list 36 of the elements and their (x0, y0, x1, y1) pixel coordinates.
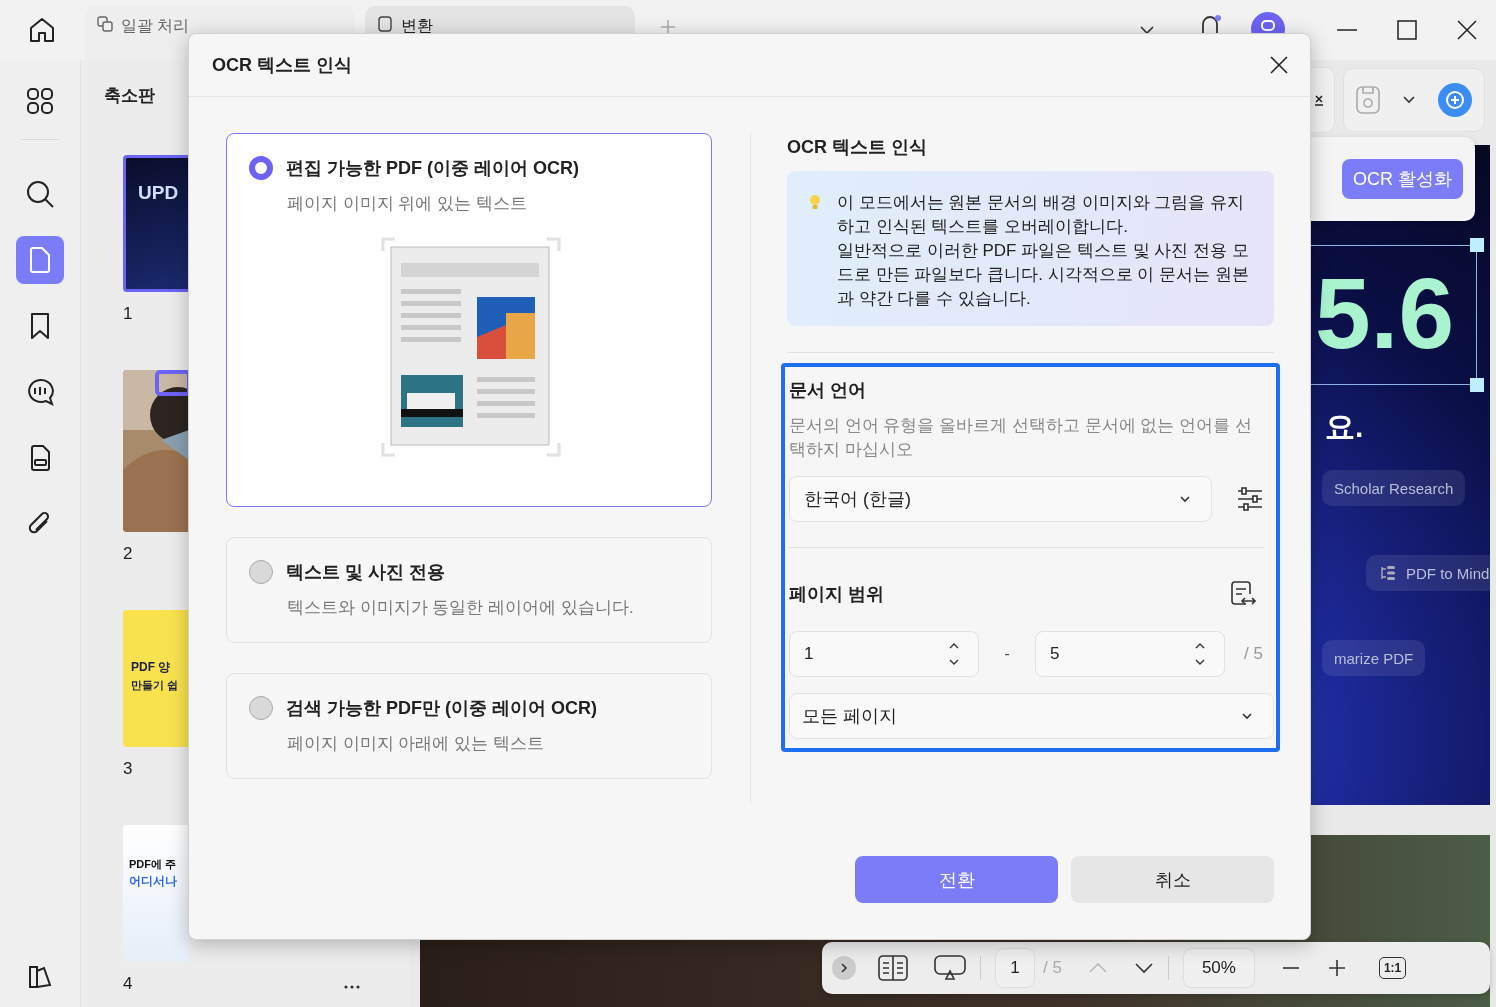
field-value: 5 (1050, 644, 1060, 664)
option-description: 페이지 이미지 위에 있는 텍스트 (287, 193, 528, 215)
thumbnail-text: 어디서나 (129, 873, 177, 890)
field-value: 1 (804, 644, 814, 664)
dropdown-value: 한국어 (한글) (804, 488, 911, 511)
chip-label: marize PDF (1334, 649, 1414, 667)
info-text: 이 모드에서는 원본 문서의 배경 이미지와 그림을 유지하고 인식된 텍스트를 오버레이합니다. (837, 192, 1246, 238)
field-description: 문서의 언어 유형을 올바르게 선택하고 문서에 없는 언어를 선택하지 마십시오 (789, 415, 1253, 461)
page-total: / 5 (1043, 958, 1062, 978)
page-number: 2 (123, 544, 133, 564)
chip-label: PDF to Mind (1406, 564, 1490, 582)
page-headline: 5.6 (1315, 263, 1454, 363)
thumbnail-text: PDF 양 (131, 659, 171, 676)
dropdown-value: 모든 페이지 (802, 705, 897, 728)
tab-label: 변환 (401, 16, 433, 36)
chip-label: Scholar Research (1334, 479, 1454, 497)
option-title: 편집 가능한 PDF (이중 레이어 OCR) (286, 157, 579, 180)
page-number: 4 (123, 974, 133, 994)
thumbnail-text: 만들기 쉽 (131, 678, 179, 693)
thumbnail-text: UPD (138, 182, 179, 204)
page-text: 요. (1325, 409, 1364, 445)
field-label: 페이지 범위 (789, 583, 884, 606)
option-title: 텍스트 및 사진 전용 (286, 561, 445, 584)
page-number: 3 (123, 759, 133, 779)
option-description: 페이지 이미지 아래에 있는 텍스트 (287, 733, 545, 755)
page-total: / 5 (1244, 644, 1263, 664)
field-label: 문서 언어 (789, 379, 867, 402)
info-text: 일반적으로 이러한 PDF 파일은 텍스트 및 사진 전용 모드로 만든 파일보다 큽니다. 시각적으로 이 문서는 원본과 약간 다를 수 있습니다. (837, 240, 1250, 310)
panel-title: 축소판 (104, 85, 156, 107)
option-description: 텍스트와 이미지가 동일한 레이어에 있습니다. (287, 597, 635, 619)
tab-label: 일괄 처리 (121, 16, 190, 36)
range-separator: - (1003, 644, 1011, 664)
option-title: 검색 가능한 PDF만 (이중 레이어 OCR) (286, 697, 597, 720)
page-number: 1 (123, 304, 133, 324)
thumbnail-text: PDF에 주 (129, 857, 177, 872)
section-heading: OCR 텍스트 인식 (787, 136, 928, 158)
